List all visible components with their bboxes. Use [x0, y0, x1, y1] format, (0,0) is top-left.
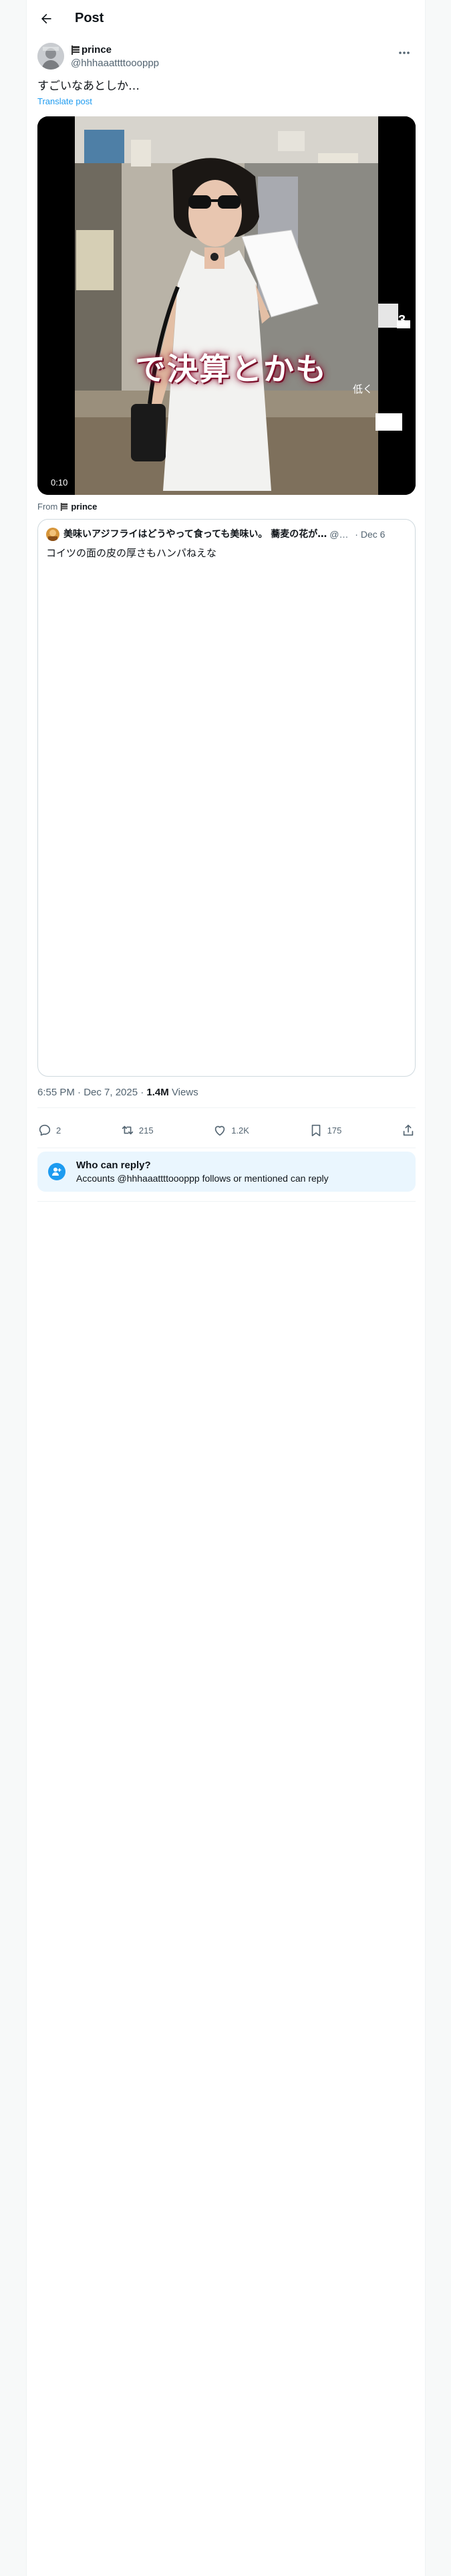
reply-restriction-title: Who can reply? [76, 1160, 151, 1171]
video-caption-text: で決算とかも [135, 351, 327, 387]
top-bar: Post [27, 0, 425, 37]
back-button[interactable] [35, 7, 57, 30]
like-count: 1.2K [231, 1125, 249, 1136]
avatar[interactable] [37, 43, 64, 70]
reply-button[interactable]: 2 [37, 1123, 61, 1138]
share-button[interactable] [401, 1123, 416, 1138]
repost-button[interactable]: 215 [120, 1123, 154, 1138]
video-side-glyph-low: 低く [353, 383, 373, 395]
share-icon [403, 1124, 414, 1136]
post-text: すごいなあとしか… [37, 80, 140, 93]
bookmark-button[interactable]: 175 [309, 1123, 342, 1138]
left-rail [0, 0, 27, 2576]
flag-emoji-icon [71, 45, 80, 55]
quoted-separator: · [355, 529, 358, 540]
author-name[interactable]: prince [71, 44, 112, 56]
translate-link[interactable]: Translate post [37, 96, 92, 107]
bookmark-icon [311, 1124, 320, 1137]
video-side-glyph-3: 3 [398, 313, 406, 328]
arrow-left-icon [41, 13, 51, 24]
page-title: Post [75, 11, 104, 25]
repost-icon [122, 1125, 134, 1135]
flag-emoji-icon [61, 503, 68, 511]
author-name-text: prince [82, 44, 112, 56]
from-name-link[interactable]: prince [71, 502, 97, 512]
post-column: Post prince @hhhaaattttoooppp すごいなあとしか… … [27, 0, 425, 2576]
person-add-icon [48, 1163, 65, 1180]
post-meta: 6:55 PM · Dec 7, 2025 · 1.4M Views [37, 1086, 198, 1099]
post-timestamp[interactable]: 6:55 PM · Dec 7, 2025 · [37, 1087, 144, 1098]
reply-restriction-notice: Who can reply? Accounts @hhhaaattttooopp… [37, 1152, 416, 1192]
author-handle[interactable]: @hhhaaattttoooppp [71, 58, 159, 70]
quoted-avatar[interactable] [46, 528, 59, 541]
repost-count: 215 [138, 1125, 154, 1136]
quoted-author-handle[interactable]: @B… [329, 528, 352, 540]
video-player[interactable]: 3 低く で決算とかも 0:10 [37, 116, 416, 495]
reply-count: 2 [56, 1125, 61, 1136]
divider [37, 1201, 416, 1202]
quoted-date[interactable]: Dec 6 [361, 528, 386, 540]
quoted-post[interactable]: 美味いアジフライはどうやって食っても美味い。 蕎麦の花が… @B… · Dec … [37, 519, 416, 1077]
divider [37, 1107, 416, 1108]
views-label: Views [171, 1087, 198, 1098]
bookmark-count: 175 [327, 1125, 342, 1136]
more-icon [399, 51, 410, 54]
action-bar: 2 215 1.2K 175 [37, 1113, 416, 1148]
from-attribution: From prince [37, 502, 97, 512]
reply-restriction-description: Accounts @hhhaaattttoooppp follows or me… [76, 1173, 329, 1184]
from-label: From [37, 502, 58, 512]
reply-icon [39, 1124, 51, 1136]
video-caption: で決算とかも [134, 342, 328, 392]
video-frame: 3 低く [37, 116, 416, 495]
like-button[interactable]: 1.2K [212, 1123, 249, 1138]
more-button[interactable] [393, 41, 416, 64]
video-elapsed-time: 0:10 [47, 476, 72, 489]
heart-icon [214, 1125, 225, 1136]
right-rail [425, 0, 451, 2576]
quoted-text: コイツの面の皮の厚さもハンパねえな [46, 547, 217, 559]
views-count: 1.4M [146, 1087, 169, 1098]
quoted-header: 美味いアジフライはどうやって食っても美味い。 蕎麦の花が… @B… · Dec … [63, 528, 408, 540]
quoted-author-name[interactable]: 美味いアジフライはどうやって食っても美味い。 蕎麦の花が… [63, 528, 327, 540]
